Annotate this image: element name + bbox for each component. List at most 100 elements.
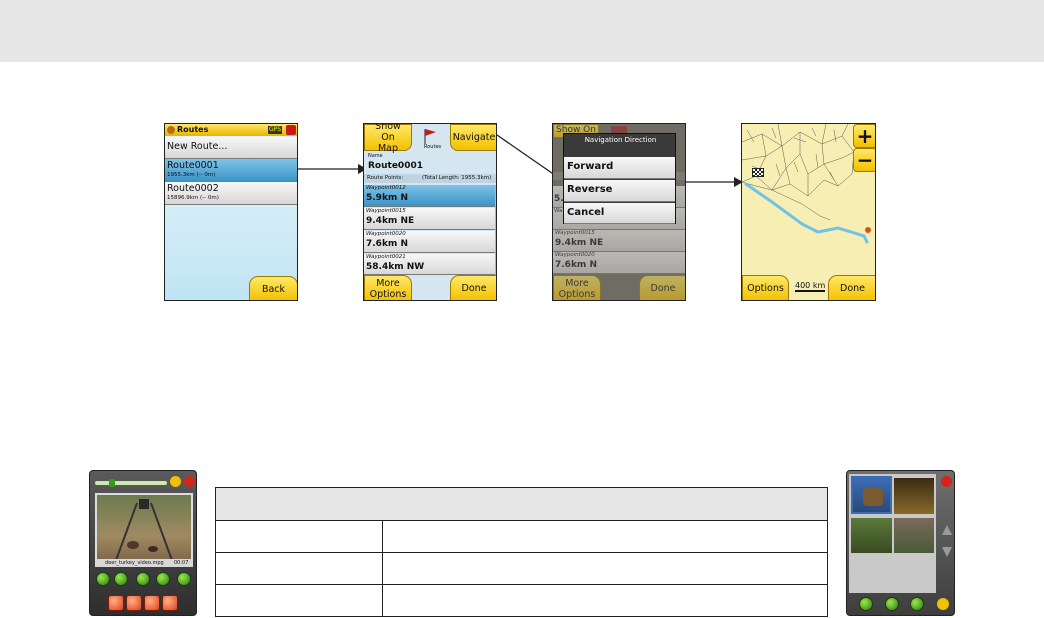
map-screen: + − Options 400 km Done — [741, 123, 876, 301]
route-points-label: Route Points: — [367, 175, 404, 181]
option-label: Reverse — [567, 184, 613, 195]
flow-arrow — [686, 177, 743, 187]
table-row — [215, 552, 828, 585]
dialog-title: Navigation Direction — [584, 136, 657, 144]
previous-button[interactable] — [108, 595, 124, 611]
forward-option[interactable]: Forward — [564, 157, 675, 179]
photo-thumbnail[interactable] — [851, 518, 892, 553]
scrollbar[interactable] — [495, 185, 496, 275]
route-name: Route0002 — [167, 183, 219, 194]
header-band — [0, 0, 1044, 62]
waypoint-distance: 5.9km N — [366, 193, 408, 203]
route-name: Route0001 — [368, 161, 423, 171]
scroll-down-icon[interactable] — [942, 547, 952, 557]
video-player-screen: deer_turkey_video.mpg 00:07 — [89, 470, 197, 616]
help-icon[interactable] — [170, 476, 181, 487]
cancel-option[interactable]: Cancel — [564, 203, 675, 224]
screen-title: Routes — [177, 125, 209, 134]
waypoint-distance: 7.6km N — [366, 239, 408, 249]
waypoint-row[interactable]: Waypoint0020 7.6km N — [364, 231, 496, 253]
flow-arrow — [298, 164, 367, 174]
photo-subject — [863, 488, 883, 506]
forward-button[interactable] — [136, 572, 150, 586]
option-label: Forward — [567, 161, 614, 172]
route-detail: 15896.9km (-- 0m) — [167, 195, 219, 201]
routes-caption: Routes — [424, 144, 442, 150]
slider-thumb[interactable] — [109, 479, 115, 487]
table-cell — [382, 552, 828, 585]
navigate-button[interactable]: Navigate — [450, 124, 496, 151]
done-button[interactable]: Done — [828, 275, 875, 300]
total-length: (Total Length: 1955.3km) — [422, 175, 492, 181]
more-options-button: More Options — [553, 275, 601, 300]
back-button[interactable] — [114, 572, 128, 586]
table-row — [215, 584, 828, 617]
progress-slider[interactable] — [95, 479, 167, 487]
photo-gallery-screen — [846, 470, 955, 616]
new-route-item[interactable]: New Route... — [165, 137, 297, 159]
table-cell — [215, 584, 383, 617]
zoom-button[interactable] — [156, 572, 170, 586]
zoom-in-button[interactable]: + — [853, 124, 875, 148]
scroll-up-icon[interactable] — [942, 525, 952, 535]
table-cell — [382, 520, 828, 553]
option-label: Cancel — [567, 207, 605, 218]
table-header-cell — [215, 487, 828, 521]
thumbnail-grid — [849, 474, 936, 593]
options-button[interactable]: Options — [742, 275, 789, 300]
dim-row: Waypoint0020 7.6km N — [553, 252, 685, 274]
back-button[interactable]: Back — [249, 276, 297, 300]
direction-dialog: Navigation Direction Forward Reverse Can… — [563, 133, 676, 224]
route-detail: 1955.3km (-- 0m) — [167, 172, 216, 178]
waypoint-distance: 9.4km NE — [366, 216, 415, 226]
close-icon[interactable] — [941, 476, 952, 487]
dim-row-label: Waypoint0020 — [555, 252, 595, 258]
route-item[interactable]: Route0002 15896.9km (-- 0m) — [165, 182, 297, 205]
play-button[interactable] — [144, 595, 160, 611]
rewind-button[interactable] — [96, 572, 110, 586]
photo-thumbnail[interactable] — [851, 476, 892, 514]
table-cell — [215, 520, 383, 553]
done-button: Done — [639, 275, 685, 300]
stop-button[interactable] — [126, 595, 142, 611]
waypoint-name: Waypoint0012 — [366, 185, 406, 191]
settings-icon[interactable] — [937, 598, 949, 610]
route-item[interactable]: Route0001 1955.3km (-- 0m) — [165, 159, 297, 182]
dim-row: Waypoint0015 9.4km NE — [553, 230, 685, 252]
close-icon[interactable] — [286, 125, 296, 135]
menu-button[interactable] — [177, 572, 191, 586]
slideshow-button[interactable] — [910, 597, 924, 611]
dim-row-label: Waypoint0015 — [555, 230, 595, 236]
home-button[interactable] — [885, 597, 899, 611]
gps-badge: GPS — [268, 126, 283, 134]
navigation-direction-screen: Show On 5.9 Wa Waypoint0015 9.4km NE Way… — [552, 123, 686, 301]
video-frame — [95, 493, 193, 565]
show-on-map-button[interactable]: Show On Map — [364, 124, 412, 154]
reverse-option[interactable]: Reverse — [564, 180, 675, 202]
waypoint-distance: 58.4km NW — [366, 262, 425, 272]
waypoint-row[interactable]: Waypoint0012 5.9km N — [364, 185, 496, 207]
file-info-bar: deer_turkey_video.mpg 00:07 — [95, 559, 193, 567]
file-name: deer_turkey_video.mpg — [105, 560, 164, 566]
new-route-label: New Route... — [167, 141, 228, 152]
done-button[interactable]: Done — [450, 275, 496, 300]
routes-icon — [167, 126, 175, 134]
more-options-button[interactable]: More Options — [364, 275, 412, 300]
table-row — [215, 520, 828, 553]
photo-thumbnail[interactable] — [894, 478, 934, 514]
photo-thumbnail[interactable] — [894, 518, 934, 553]
next-button[interactable] — [162, 595, 178, 611]
routes-screen: Routes GPS New Route... Route0001 1955.3… — [164, 123, 298, 301]
waypoint-row[interactable]: Waypoint0021 58.4km NW — [364, 254, 496, 275]
dim-row-value: 9.4km NE — [555, 238, 604, 248]
back-button[interactable] — [859, 597, 873, 611]
checkered-flag-icon — [752, 168, 764, 177]
zoom-out-button[interactable]: − — [853, 148, 875, 172]
dim-row-value: 7.6km N — [555, 260, 597, 270]
route-name: Route0001 — [167, 160, 219, 171]
elapsed-time: 00:07 — [174, 560, 189, 566]
waypoint-row[interactable]: Waypoint0015 9.4km NE — [364, 208, 496, 230]
routes-flag-icon[interactable]: Routes — [416, 126, 446, 150]
close-icon[interactable] — [184, 476, 195, 487]
route-points-bar: Route Points: (Total Length: 1955.3km) — [364, 174, 496, 183]
